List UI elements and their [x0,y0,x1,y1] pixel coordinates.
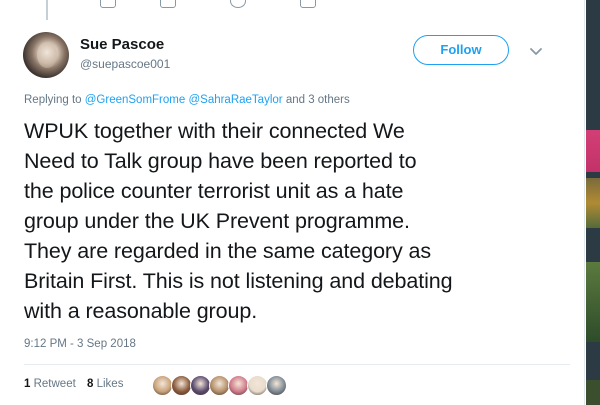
thread-line [46,0,48,20]
tweet-text-line: with a reasonable group. [24,299,258,323]
replying-to: Replying to @GreenSomFrome @SahraRaeTayl… [24,94,350,106]
background-strip [586,0,600,405]
liker-avatar-7[interactable] [266,375,287,396]
retweet-stat[interactable]: 1 Retweet [24,378,76,390]
like-label: Likes [96,378,124,390]
replying-others[interactable]: and 3 others [286,94,350,106]
tweet-card: Sue Pascoe @suepascoe001 Follow Replying… [0,0,585,405]
retweet-label: Retweet [33,378,76,390]
background-thumbnail [586,262,600,342]
liker-avatar-4[interactable] [209,375,230,396]
tweet-text-line: Britain First. This is not listening and… [24,269,453,293]
tweet-text-line: WPUK together with their connected We [24,119,405,143]
avatar-face [37,42,57,68]
liker-avatar-5[interactable] [228,375,249,396]
tweet-text: WPUK together with their connected We Ne… [24,116,574,326]
liker-avatar-1[interactable] [152,375,173,396]
like-count: 8 [87,378,94,390]
tweet-text-line: Need to Talk group have been reported to [24,149,417,173]
user-handle[interactable]: @suepascoe001 [80,57,170,71]
background-thumbnail [586,380,600,405]
mention-link[interactable]: @SahraRaeTaylor [188,94,282,106]
retweet-count: 1 [24,378,31,390]
chevron-down-icon[interactable] [527,42,545,60]
mention-link[interactable]: @GreenSomFrome [85,94,186,106]
divider [24,364,570,365]
display-name[interactable]: Sue Pascoe [80,36,164,53]
background-thumbnail [586,178,600,228]
page: Sue Pascoe @suepascoe001 Follow Replying… [0,0,600,405]
tweet-stats: 1 Retweet 8 Likes [24,378,131,390]
reply-icon[interactable] [100,0,116,8]
liker-avatar-2[interactable] [171,375,192,396]
liker-avatar-6[interactable] [247,375,268,396]
like-stat[interactable]: 8 Likes [87,378,123,390]
retweet-icon[interactable] [160,0,176,8]
replying-prefix: Replying to [24,94,82,106]
liker-avatar-3[interactable] [190,375,211,396]
tweet-text-line: the police counter terrorist unit as a h… [24,179,404,203]
tweet-text-line: They are regarded in the same category a… [24,239,432,263]
previous-tweet-actions [100,0,330,8]
tweet-timestamp[interactable]: 9:12 PM - 3 Sep 2018 [24,338,136,350]
background-thumbnail [586,130,600,172]
tweet-text-line: group under the UK Prevent programme. [24,209,410,233]
message-icon[interactable] [300,0,316,8]
follow-button[interactable]: Follow [413,35,509,65]
avatar[interactable] [23,32,69,78]
like-icon[interactable] [230,0,246,8]
